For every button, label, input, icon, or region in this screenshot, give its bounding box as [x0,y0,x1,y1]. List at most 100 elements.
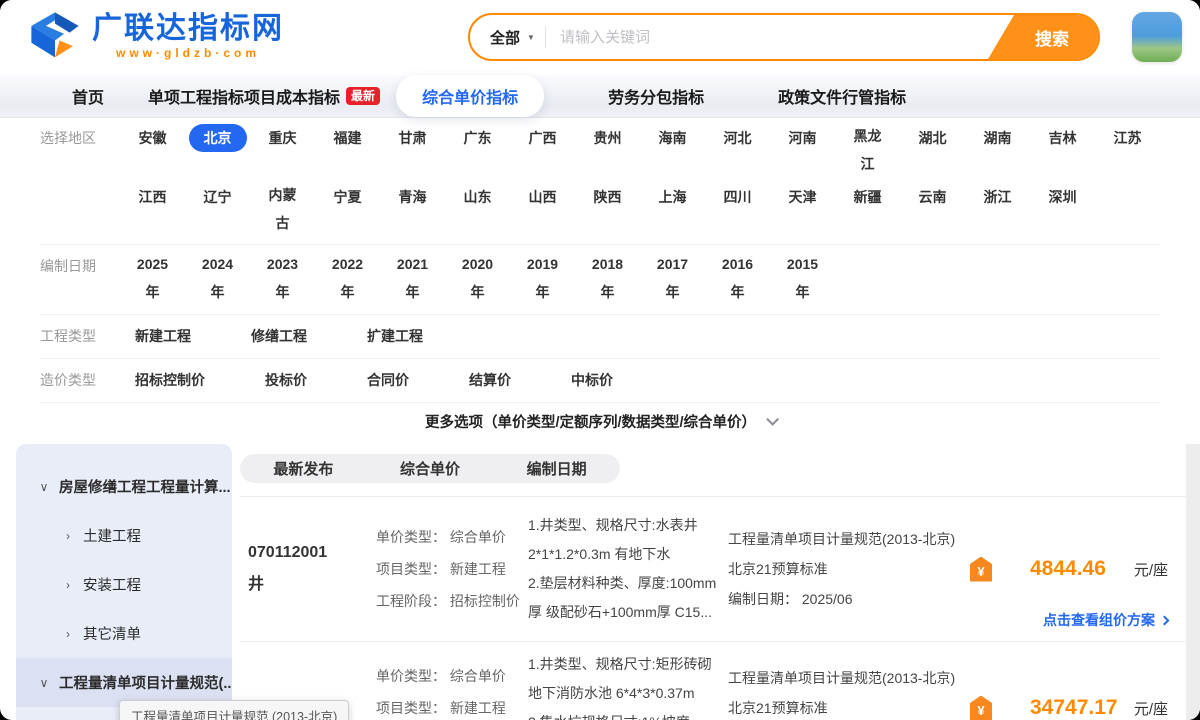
date-option[interactable]: 2022年 [315,250,380,309]
date-option[interactable]: 2024年 [185,250,250,309]
nav-item[interactable]: 首页 [72,84,104,108]
nav-item[interactable]: 劳务分包指标 [608,84,704,108]
region-option[interactable]: 深圳 [1030,181,1095,240]
date-option[interactable]: 2023年 [250,250,315,309]
cost-type-option[interactable]: 投标价 [250,364,322,397]
standard-line: 北京21预算标准 [728,693,958,720]
cost-type-option[interactable]: 招标控制价 [120,364,220,397]
filter-panel: 选择地区 安徽 北京 重庆 福建 [0,118,1200,444]
date-option[interactable]: 2015年 [770,250,835,309]
desc-line: 1.井类型、规格尺寸:矩形砖砌 [528,650,720,679]
desc-line: 厚 级配砂石+100mm厚 C15... [528,598,720,627]
region-option[interactable]: 内蒙古 [250,181,315,240]
caret-down-icon: ▼ [527,33,535,42]
date-option[interactable]: 2017年 [640,250,705,309]
region-option[interactable]: 浙江 [965,181,1030,240]
nav-item[interactable]: 单项工程指标 [148,84,244,108]
chevron-icon: ∨ [38,676,50,690]
chevron-icon: › [62,578,74,592]
sort-tab[interactable]: 最新发布 [273,458,333,479]
region-option[interactable]: 河南 [770,122,835,181]
filter-label-region: 选择地区 [40,122,120,155]
date-option[interactable]: 2016年 [705,250,770,309]
filter-row-project-type: 工程类型 新建工程 修缮工程 扩建工程 [40,315,1160,359]
desc-line: 2*1*1.2*0.3m 有地下水 [528,540,720,569]
region-option[interactable]: 青海 [380,181,445,240]
region-option[interactable]: 湖南 [965,122,1030,181]
region-option[interactable]: 海南 [640,122,705,181]
region-option[interactable]: 贵州 [575,122,640,181]
date-option[interactable]: 2018年 [575,250,640,309]
region-option[interactable]: 云南 [900,181,965,240]
region-option[interactable]: 黑龙江 [835,122,900,181]
standard-line: 编制日期： 2025/06 [728,584,958,614]
sidebar-item[interactable]: › 安装工程 [16,560,232,609]
site-url: www·gldzb·com [116,46,260,60]
date-option[interactable]: 2021年 [380,250,445,309]
region-option[interactable]: 北京 [185,122,250,181]
region-option[interactable]: 广东 [445,122,510,181]
region-option[interactable]: 福建 [315,122,380,181]
region-option[interactable]: 重庆 [250,122,315,181]
cost-type-option[interactable]: 中标价 [556,364,628,397]
region-option[interactable]: 山西 [510,181,575,240]
region-option[interactable]: 宁夏 [315,181,380,240]
filter-label-date: 编制日期 [40,250,120,283]
nav-item[interactable]: 项目成本指标 最新 [244,84,380,108]
page: 广联达指标网 www·gldzb·com 全部 ▼ 搜索 首页 单项工程指标 [0,0,1200,720]
region-option[interactable]: 辽宁 [185,181,250,240]
main-nav: 首页 单项工程指标 项目成本指标 最新 综合单价指标 劳务分包指标 [0,75,1200,118]
sidebar-item[interactable]: › 其它清单 [16,609,232,658]
search-category-select[interactable]: 全部 ▼ [470,27,545,48]
sort-tab[interactable]: 综合单价 [400,458,460,479]
sidebar-item[interactable]: › 土建工程 [16,511,232,560]
filter-row-region: 选择地区 安徽 北京 重庆 福建 [40,118,1160,245]
region-option[interactable]: 广西 [510,122,575,181]
region-option[interactable]: 安徽 [120,122,185,181]
search-input[interactable] [546,29,988,46]
project-type-option[interactable]: 扩建工程 [352,320,438,353]
row-name: 井 [248,569,376,601]
cost-type-option[interactable]: 结算价 [454,364,526,397]
view-plan-link[interactable]: 点击查看组价方案 [1043,610,1168,630]
cost-type-option[interactable]: 合同价 [352,364,424,397]
nav-item[interactable]: 行管指标 [842,84,906,108]
region-option[interactable]: 吉林 [1030,122,1095,181]
sort-tab[interactable]: 编制日期 [527,458,587,479]
filter-label-cost-type: 造价类型 [40,364,120,397]
region-option[interactable]: 湖北 [900,122,965,181]
scrollbar[interactable] [1186,444,1200,720]
region-option[interactable]: 天津 [770,181,835,240]
chevron-down-icon [766,413,779,426]
region-option[interactable]: 陕西 [575,181,640,240]
date-option[interactable]: 2019年 [510,250,575,309]
region-option[interactable]: 甘肃 [380,122,445,181]
date-option[interactable]: 2025年 [120,250,185,309]
avatar[interactable] [1132,12,1182,62]
project-type-option[interactable]: 修缮工程 [236,320,322,353]
region-option[interactable]: 上海 [640,181,705,240]
region-option[interactable]: 四川 [705,181,770,240]
desc-line: 1.井类型、规格尺寸:水表井 [528,511,720,540]
sort-tabs: 最新发布 综合单价 编制日期 [240,454,620,483]
desc-line: 地下消防水池 6*4*3*0.37m [528,679,720,708]
site-logo[interactable]: 广联达指标网 www·gldzb·com [28,9,284,63]
price-unit: 元/座 [1134,559,1168,580]
sidebar-item[interactable]: ∨ 房屋修缮工程工程量计算... [16,462,232,511]
nav-item[interactable]: 综合单价指标 [396,75,544,117]
desc-line: 2.集水坑规格尺寸:1%坡度 [528,708,720,720]
search-button[interactable]: 搜索 [988,15,1098,59]
chevron-icon: ∨ [38,480,50,494]
more-options-toggle[interactable]: 更多选项（单价类型/定额序列/数据类型/综合单价） [40,403,1160,444]
price-value: 4844.46 [1030,557,1106,581]
region-option[interactable]: 新疆 [835,181,900,240]
nav-item[interactable]: 政策文件 [778,84,842,108]
attr-line: 工程阶段： 招标控制价 [376,585,528,617]
region-option[interactable]: 河北 [705,122,770,181]
filter-row-cost-type: 造价类型 招标控制价 投标价 合同价 结算价 [40,359,1160,403]
region-option[interactable]: 江苏 [1095,122,1160,181]
date-option[interactable]: 2020年 [445,250,510,309]
project-type-option[interactable]: 新建工程 [120,320,206,353]
region-option[interactable]: 江西 [120,181,185,240]
region-option[interactable]: 山东 [445,181,510,240]
